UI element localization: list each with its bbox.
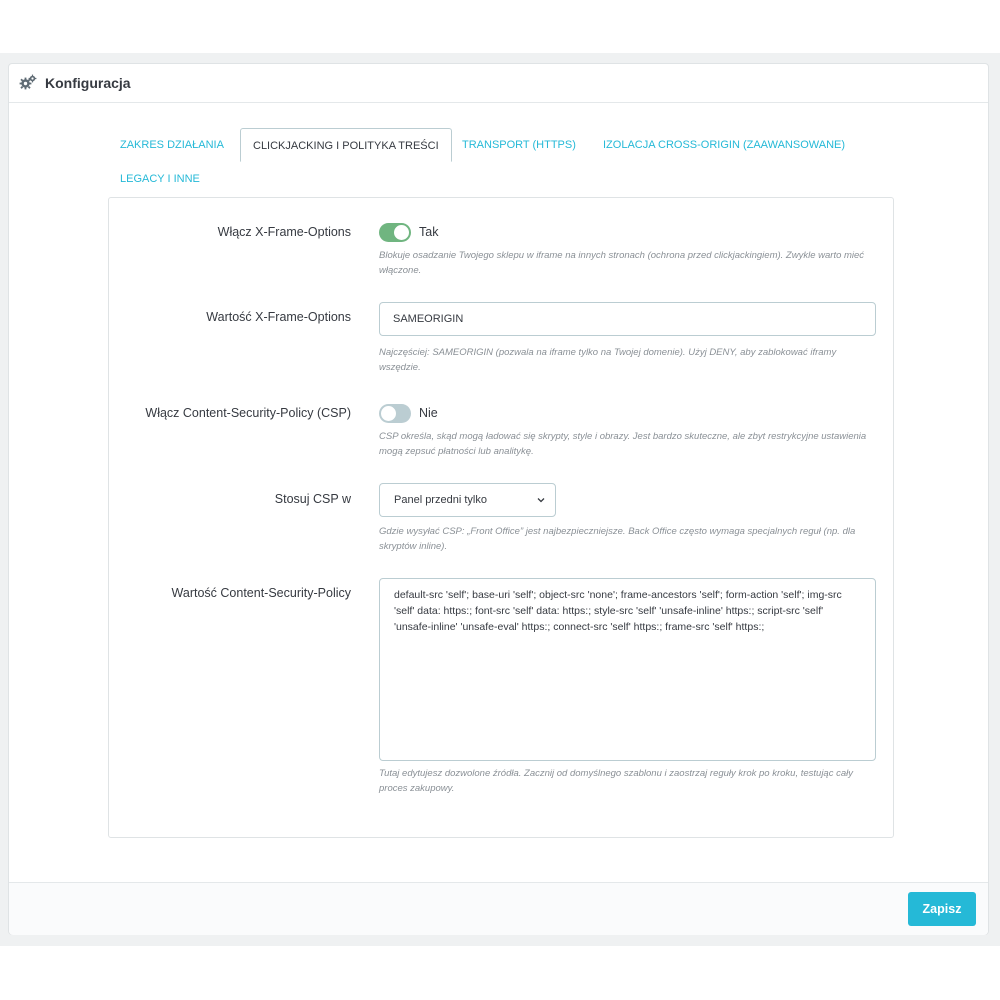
csp-scope-select[interactable]: Panel przedni tylko bbox=[379, 483, 556, 517]
csp-enable-state: Nie bbox=[419, 406, 438, 420]
panel-footer: Zapisz bbox=[9, 882, 988, 935]
csp-scope-help: Gdzie wysyłać CSP: „Front Office” jest n… bbox=[379, 526, 856, 552]
xfo-enable-label: Włącz X-Frame-Options bbox=[217, 225, 351, 239]
tab-cross-origin[interactable]: IZOLACJA CROSS-ORIGIN (ZAAWANSOWANE) bbox=[591, 128, 857, 162]
csp-enable-label: Włącz Content-Security-Policy (CSP) bbox=[145, 406, 351, 420]
panel-heading: Konfiguracja bbox=[9, 64, 988, 103]
tab-transport-https[interactable]: TRANSPORT (HTTPS) bbox=[450, 128, 588, 162]
csp-scope-selected: Panel przedni tylko bbox=[394, 494, 487, 506]
xfo-enable-help: Blokuje osadzanie Twojego sklepu w ifram… bbox=[379, 250, 865, 276]
xfo-value-input[interactable]: SAMEORIGIN bbox=[379, 302, 876, 336]
csp-enable-help: CSP określa, skąd mogą ładować się skryp… bbox=[379, 431, 867, 457]
gears-icon bbox=[19, 74, 37, 92]
xfo-value-label: Wartość X-Frame-Options bbox=[206, 310, 351, 324]
csp-value-label: Wartość Content-Security-Policy bbox=[171, 586, 351, 600]
panel-title: Konfiguracja bbox=[45, 75, 131, 91]
csp-enable-toggle[interactable] bbox=[379, 404, 411, 423]
config-panel: Konfiguracja ZAKRES DZIAŁANIA CLICKJACKI… bbox=[8, 63, 989, 935]
tab-zakres-dzialania[interactable]: ZAKRES DZIAŁANIA bbox=[108, 128, 236, 162]
xfo-value-help: Najczęściej: SAMEORIGIN (pozwala na ifra… bbox=[379, 347, 837, 373]
tab-clickjacking[interactable]: CLICKJACKING I POLITYKA TREŚCI bbox=[240, 128, 452, 162]
csp-value-textarea[interactable]: default-src 'self'; base-uri 'self'; obj… bbox=[379, 578, 876, 761]
chevron-down-icon bbox=[537, 498, 545, 503]
save-button[interactable]: Zapisz bbox=[908, 892, 976, 926]
xfo-enable-state: Tak bbox=[419, 225, 439, 239]
tab-content: Włącz X-Frame-Options Tak Blokuje osadza… bbox=[108, 197, 894, 838]
xfo-enable-toggle[interactable] bbox=[379, 223, 411, 242]
csp-scope-label: Stosuj CSP w bbox=[274, 492, 351, 506]
toggle-knob bbox=[381, 406, 396, 421]
tab-legacy[interactable]: LEGACY I INNE bbox=[108, 162, 212, 196]
csp-value-help: Tutaj edytujesz dozwolone źródła. Zaczni… bbox=[379, 768, 854, 794]
toggle-knob bbox=[394, 225, 409, 240]
